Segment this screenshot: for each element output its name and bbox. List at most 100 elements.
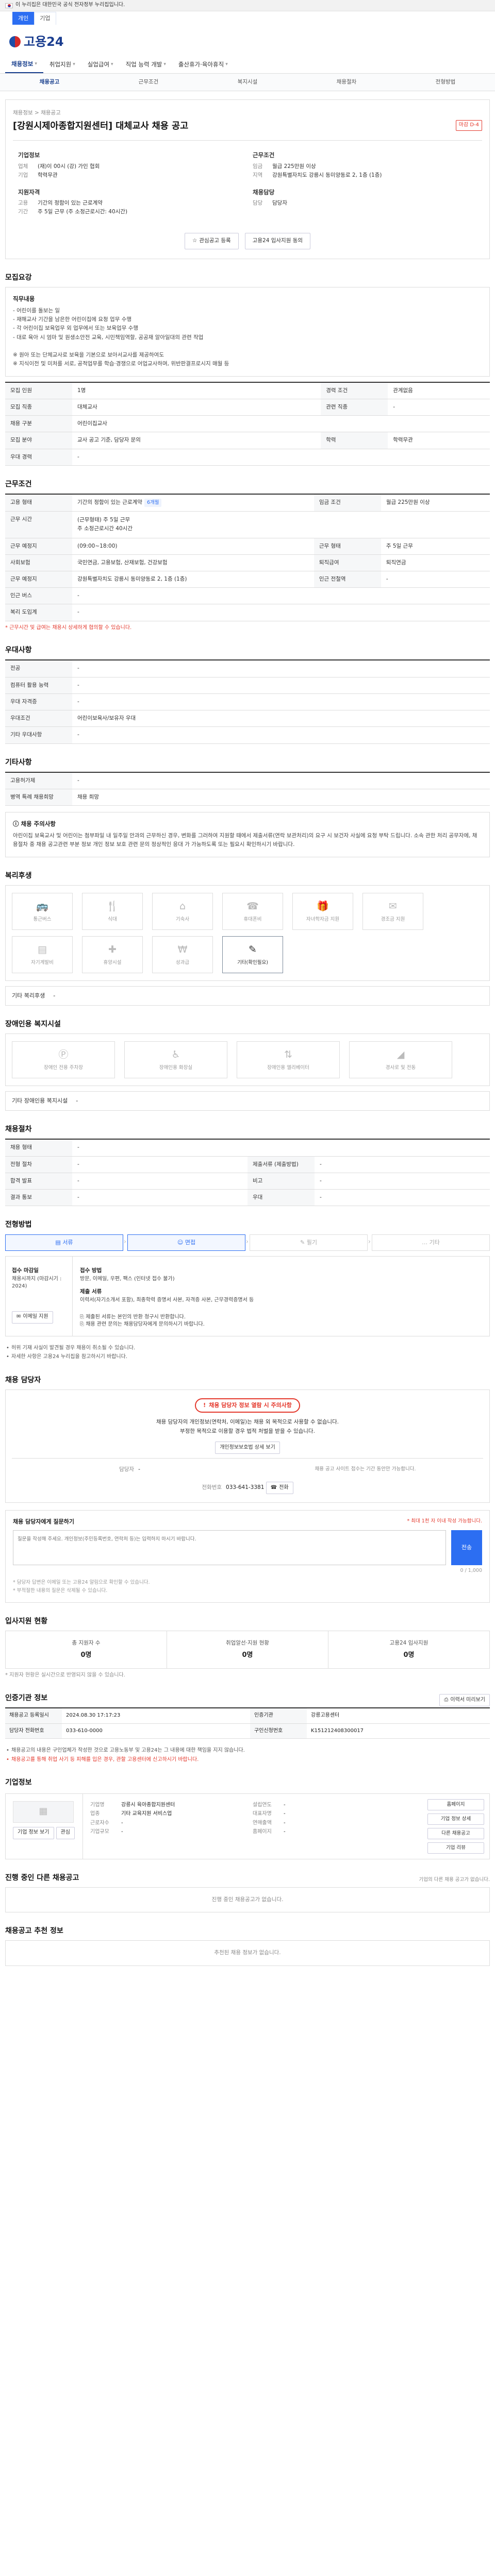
apply-info: 접수 마감일 채용시까지 (마감시기 : 2024) ✉ 이메일 지원 접수 방법… [5, 1256, 490, 1336]
row-value: 어린이보육사/보유자 우대 [72, 710, 490, 727]
row-value: (근무형태) 주 5일 근무 주 소정근로시간 40시간 [72, 511, 490, 538]
info-icon: ⓘ [13, 820, 21, 828]
follow-company-button[interactable]: 관심 [56, 1826, 75, 1839]
row-key: 합격 발표 [5, 1173, 72, 1190]
gnb-item-benefit[interactable]: 실업급여 ▾ [81, 56, 120, 73]
table-row: 전공 - [5, 660, 490, 677]
attachment-link-2[interactable]: ⎘ 채용 관련 문의는 채용담당자에게 문의하시기 바랍니다. [80, 1321, 482, 1329]
brief-heading: 근무조건 [253, 151, 275, 159]
email-apply-button[interactable]: ✉ 이메일 지원 [12, 1311, 53, 1324]
step-document: ▤ 서류 [5, 1234, 126, 1251]
process-table: 채용 형태 - 전형 절차 - 제출서류 (제출방법) - 합격 발표 - 비고 - 결과 통… [5, 1139, 490, 1207]
row-key: 우대 경력 [5, 449, 72, 466]
empty-state: 추천된 채용 정보가 없습니다. [5, 1940, 490, 1966]
row-key: 설립연도 [253, 1802, 272, 1808]
send-button[interactable]: 전송 [451, 1530, 482, 1566]
person-icon: ☺ [177, 1239, 185, 1246]
alert-icon: ! [203, 1402, 206, 1409]
row-key: 병역 특례 채용희망 [5, 789, 72, 806]
caution-text: 아린이집 보육교사 및 어린이는 첨부파일 내 일주일 안과의 근무하신 경우,… [13, 832, 477, 848]
row-value: - [72, 449, 490, 466]
company-review-button[interactable]: 기업 리뷰 [427, 1842, 484, 1854]
welfare-label: 경조금 지원 [381, 916, 405, 922]
chevron-down-icon: ▾ [111, 61, 113, 67]
subnav-item[interactable]: 채용절차 [297, 78, 396, 86]
list-item: 자세한 사항은 고용24 누리집을 참고하시기 바랍니다. [5, 1352, 490, 1362]
welfare-item: ✉ 경조금 지원 [362, 892, 423, 930]
site-logo[interactable]: 고용24 [0, 25, 495, 56]
row-key: 채용 구분 [5, 415, 72, 433]
company-section: 기업정보 ▦ 기업 정보 보기 관심 기업명 강릉시 육아종합지원센터 업종 기타 … [5, 1777, 490, 1859]
toilet-icon: ♿ [171, 1049, 180, 1061]
manager-section: 채용 담당자 ! 채용 담당자 정보 열람 시 주의사항 채용 담당자의 개인정보… [5, 1375, 490, 1603]
row-key: 비고 [248, 1173, 315, 1190]
manager-info: 담당자 - 채용 공고 사이트 접수는 기간 동안만 가능합니다. [12, 1458, 483, 1473]
row-value: 월급 225만원 이상 [381, 494, 490, 512]
qa-counter: 0 / 1,000 [460, 1568, 482, 1574]
gnb-item-support[interactable]: 취업지원 ▾ [43, 56, 81, 73]
chevron-down-icon: ▾ [35, 61, 37, 66]
other-posts-button[interactable]: 다른 채용공고 [427, 1827, 484, 1839]
privacy-detail-button[interactable]: 개인정보보호법 상세 보기 [215, 1441, 280, 1454]
print-button[interactable]: ⎙ 이력서 미리보기 [439, 1694, 490, 1707]
row-key: 인근 전철역 [314, 571, 381, 588]
tab-company[interactable]: 기업 [34, 12, 56, 25]
qualification-table: 전공 - 컴퓨터 활용 능력 - 우대 자격증 - 우대조건 어린이보육사/보유자 우대… [5, 659, 490, 744]
logo-text: 고용24 [24, 35, 64, 49]
gnb-item-leave[interactable]: 출산휴가·육아휴직 ▾ [172, 56, 234, 73]
section-title: 기업정보 [5, 1778, 32, 1787]
row-value: - [76, 1097, 78, 1105]
row-key: 고용 형태 [5, 494, 72, 512]
homepage-button[interactable]: 홈페이지 [427, 1799, 484, 1810]
section-title: 채용공고 추천 정보 [5, 1927, 63, 1936]
gov-banner: 이 누리집은 대한민국 공식 전자정부 누리집입니다. [0, 0, 495, 11]
brief-value: 학력무관 [38, 172, 58, 179]
stat-value: 0명 [403, 1651, 415, 1659]
method-value: 방문, 이메일, 우편, 팩스 (인터넷 접수 불가) [80, 1276, 175, 1282]
page-bottom-spacer [0, 1966, 495, 1978]
row-value: - [72, 693, 490, 711]
row-key: 전공 [5, 660, 72, 677]
welfare-item: 🚌 통근버스 [12, 892, 73, 930]
brief-value: (재)이 00시 (강) 가인 협회 [38, 163, 100, 170]
row-value: 033-610-0000 [62, 1723, 251, 1739]
chevron-down-icon: ▾ [225, 61, 228, 67]
subnav-item[interactable]: 근무조건 [99, 78, 198, 86]
section-subnav: 채용공고 근무조건 복지시설 채용절차 전형방법 [0, 73, 495, 91]
list-item: 허위 기재 사실이 발견될 경우 채용이 취소될 수 있습니다. [5, 1344, 490, 1353]
apply-agree-button[interactable]: 고용24 입사지원 동의 [244, 232, 311, 249]
row-value: 채용 희망 [72, 789, 490, 806]
interest-button[interactable]: ☆ 관심공고 등록 [184, 232, 239, 249]
gnb-item-training[interactable]: 직업 능력 개발 ▾ [120, 56, 172, 73]
row-key: 모집 분야 [5, 432, 72, 449]
section-subtitle: 기업의 다른 채용 공고가 없습니다. [419, 1876, 490, 1883]
tab-personal[interactable]: 개인 [12, 12, 35, 25]
row-key: 근무 예정지 [5, 571, 72, 588]
row-value: - [72, 772, 490, 790]
attachment-link-1[interactable]: ⎘ 제출된 서류는 본인의 반환 청구시 반환합니다. [80, 1314, 482, 1321]
row-key: 전화번호 [202, 1484, 222, 1490]
subnav-item[interactable]: 복지시설 [198, 78, 297, 86]
bus-icon: 🚌 [36, 901, 48, 912]
gnb-label: 직업 능력 개발 [125, 60, 162, 68]
call-button[interactable]: ☎ 전화 [266, 1482, 293, 1495]
taegeuk-emblem-icon [9, 36, 21, 48]
table-row: 인근 버스 - [5, 587, 490, 605]
gnb-item-jobs[interactable]: 채용정보 ▾ [5, 56, 43, 74]
subnav-item[interactable]: 전형방법 [396, 78, 495, 86]
disability-item: ⇅ 장애인용 엘리베이터 [237, 1041, 340, 1079]
disability-item: ♿ 장애인용 화장실 [124, 1041, 227, 1079]
row-value: 2024.08.30 17:17:23 [62, 1708, 251, 1724]
call-label: 전화 [279, 1484, 289, 1490]
company-info-button[interactable]: 기업 정보 상세 [427, 1813, 484, 1825]
question-input[interactable] [13, 1530, 446, 1566]
health-icon: ✚ [108, 944, 117, 956]
disability-label: 장애인 전용 주차장 [44, 1064, 83, 1071]
other-conditions-table: 고용허가제 - 병역 특례 채용희망 채용 희망 [5, 771, 490, 806]
company-detail-button[interactable]: 기업 정보 보기 [13, 1826, 54, 1839]
subnav-item[interactable]: 채용공고 [0, 78, 99, 86]
global-nav: 채용정보 ▾ 취업지원 ▾ 실업급여 ▾ 직업 능력 개발 ▾ 출산휴가·육아휴직 ▾ [0, 56, 495, 74]
disability-label: 경사로 및 전동 [385, 1064, 416, 1071]
docs-heading: 제출 서류 [80, 1289, 102, 1295]
section-title: 장애인용 복지시설 [5, 1020, 61, 1028]
